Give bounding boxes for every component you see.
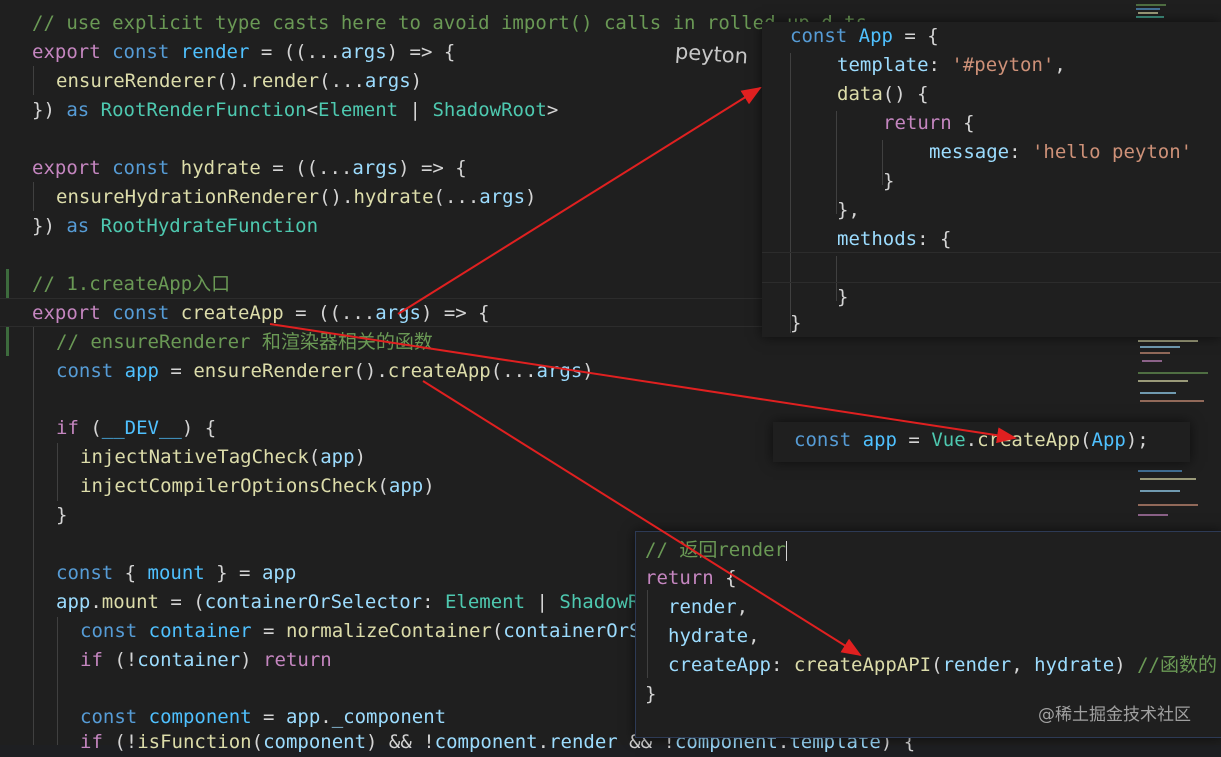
- indent-guide: [647, 590, 648, 678]
- popup-line-r4: hydrate,: [668, 625, 760, 647]
- code-line-6: export const hydrate = ((...args) => {: [32, 157, 467, 179]
- popup-line-10: }: [837, 286, 849, 308]
- indent-guide: [33, 182, 34, 211]
- popup-line-r5: createApp: createAppAPI(render, hydrate)…: [668, 654, 1217, 676]
- code-line-2: export const render = ((...args) => {: [32, 41, 456, 63]
- popup-line-5: message: 'hello peyton': [929, 141, 1193, 163]
- popup-line-4: return {: [883, 112, 975, 134]
- popup-line-create: const app = Vue.createApp(App);: [794, 429, 1149, 451]
- code-line-18: }: [56, 504, 68, 526]
- popup-line-r3: render,: [668, 596, 749, 618]
- code-line-16: injectNativeTagCheck(app): [80, 446, 367, 468]
- indent-guide: [57, 617, 58, 745]
- code-line-11: export const createApp = ((...args) => {: [32, 302, 490, 324]
- popup-line-r2: return {: [645, 567, 737, 589]
- popup-line-r1: // 返回render: [645, 539, 787, 561]
- text-cursor: [785, 540, 787, 561]
- popup-line-6: }: [883, 170, 895, 192]
- watermark: @稀土掘金技术社区: [1038, 705, 1191, 725]
- code-line-22: const container = normalizeContainer(con…: [80, 620, 721, 642]
- popup-line-8: methods: {: [837, 228, 952, 250]
- code-line-20: const { mount } = app: [56, 562, 297, 584]
- git-change-indicator: [6, 269, 9, 298]
- code-line-8: }) as RootHydrateFunction: [32, 215, 319, 237]
- code-line-7: ensureHydrationRenderer().hydrate(...arg…: [56, 186, 537, 208]
- git-change-indicator: [6, 327, 9, 356]
- code-line-21: app.mount = (containerOrSelector: Elemen…: [56, 591, 674, 613]
- popup-line-11: }: [790, 312, 802, 334]
- indent-guide: [33, 327, 34, 745]
- indent-guide: [33, 66, 34, 95]
- handwritten-annotation: peyton: [674, 39, 749, 69]
- code-line-23: if (!container) return: [80, 649, 332, 671]
- code-line-10: // 1.createApp入口: [32, 273, 231, 295]
- code-line-13: const app = ensureRenderer().createApp(.…: [56, 360, 594, 382]
- indent-guide: [790, 53, 791, 333]
- code-line-17: injectCompilerOptionsCheck(app): [80, 475, 435, 497]
- code-line-4: }) as RootRenderFunction<Element | Shado…: [32, 99, 559, 121]
- popup-line-r6: }: [645, 683, 657, 705]
- create-app-call-popup: const app = Vue.createApp(App);: [773, 422, 1190, 462]
- app-definition-popup: const App = { template: '#peyton', data(…: [762, 22, 1221, 337]
- current-line-highlight: [762, 252, 1221, 283]
- code-line-15: if (__DEV__) {: [56, 417, 217, 439]
- indent-guide: [57, 443, 58, 501]
- popup-line-7: },: [837, 199, 860, 221]
- code-line-3: ensureRenderer().render(...args): [56, 70, 423, 92]
- code-line-1: // use explicit type casts here to avoid…: [32, 12, 868, 34]
- popup-line-3: data() {: [837, 83, 929, 105]
- popup-line-1: const App = {: [790, 25, 939, 47]
- code-line-12: // ensureRenderer 和渲染器相关的函数: [56, 331, 433, 353]
- popup-line-2: template: '#peyton',: [837, 54, 1066, 76]
